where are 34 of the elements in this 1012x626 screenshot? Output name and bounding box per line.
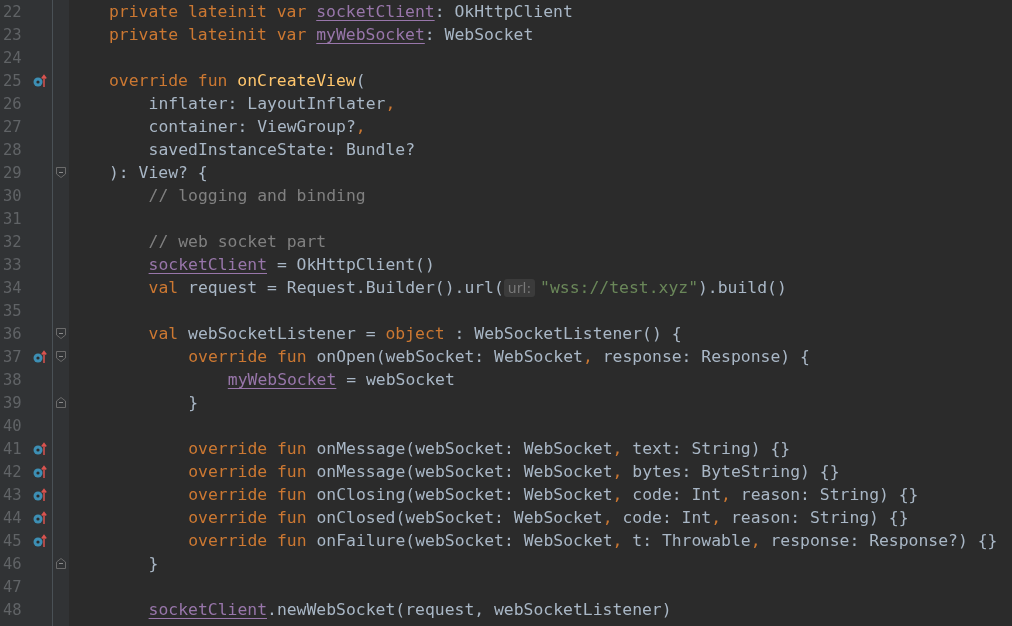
code-line: ): View? {	[109, 163, 208, 182]
code-line: inflater: LayoutInflater,	[148, 94, 396, 113]
code-line: socketClient = OkHttpClient()	[148, 255, 435, 274]
code-line: }	[148, 554, 159, 573]
code-line: socketClient.newWebSocket(request, webSocketListener)	[148, 600, 672, 619]
code-line: override fun onClosing(webSocket: WebSocket, code: Int, reason: String) {}	[188, 485, 919, 504]
override-icon[interactable]	[33, 349, 47, 364]
override-icon[interactable]	[33, 487, 47, 502]
code-line: }	[188, 393, 199, 412]
code-line: savedInstanceState: Bundle?	[148, 140, 416, 159]
code-line: container: ViewGroup?,	[148, 117, 366, 136]
fold-marker-icon[interactable]	[55, 351, 66, 362]
fold-marker-icon[interactable]	[55, 167, 66, 178]
code-line: myWebSocket = webSocket	[227, 370, 455, 389]
code-line: // web socket part	[148, 232, 327, 251]
code-line: // logging and binding	[148, 186, 366, 205]
override-icon[interactable]	[33, 464, 47, 479]
fold-marker-icon[interactable]	[55, 558, 66, 569]
fold-marker-icon[interactable]	[55, 328, 66, 339]
override-icon[interactable]	[33, 441, 47, 456]
fold-marker-icon[interactable]	[55, 397, 66, 408]
override-icon[interactable]	[33, 73, 47, 88]
code-line: override fun onMessage(webSocket: WebSocket, bytes: ByteString) {}	[188, 462, 840, 481]
override-icon[interactable]	[33, 510, 47, 525]
code-line: override fun onOpen(webSocket: WebSocket, response: Response) {	[188, 347, 810, 366]
code-line: override fun onCreateView(	[109, 71, 366, 90]
code-line: private lateinit var myWebSocket: WebSocket	[109, 25, 534, 44]
code-line: override fun onFailure(webSocket: WebSocket, t: Throwable, response: Response?) {}	[188, 531, 998, 550]
code-line: val webSocketListener = object : WebSocketListener() {	[148, 324, 682, 343]
code-line: override fun onMessage(webSocket: WebSocket, text: String) {}	[188, 439, 791, 458]
code-line: private lateinit var socketClient: OkHttpClient	[109, 2, 573, 21]
code-line: val request = Request.Builder().url( url: "wss://test.xyz").build()	[148, 278, 787, 297]
code-line: override fun onClosed(webSocket: WebSocket, code: Int, reason: String) {}	[188, 508, 909, 527]
override-icon[interactable]	[33, 533, 47, 548]
